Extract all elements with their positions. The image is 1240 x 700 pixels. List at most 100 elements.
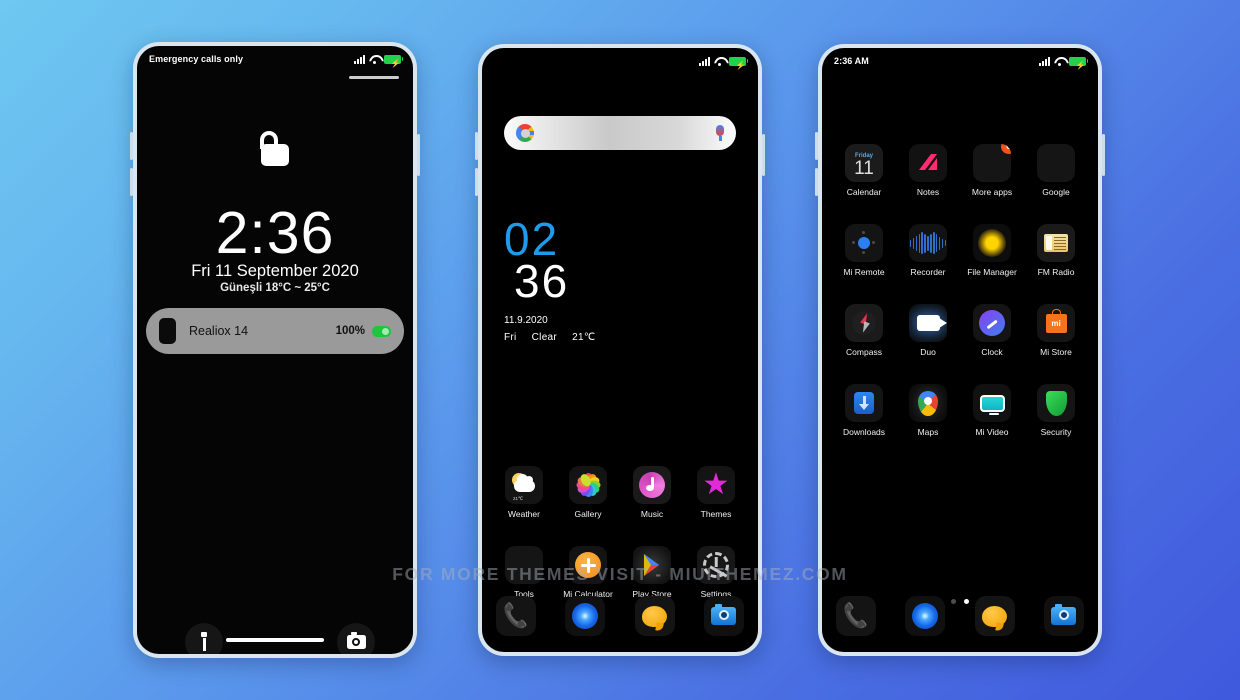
- power-button-2[interactable]: [762, 134, 765, 176]
- camera-app-icon: [1043, 596, 1084, 636]
- lockscreen-clock: 2:36: [215, 200, 335, 266]
- app-label: Duo: [920, 347, 936, 357]
- clock-weather-line: Fri Clear 21℃: [504, 332, 607, 343]
- app-label: Themes: [700, 509, 732, 519]
- dock-browser[interactable]: [905, 596, 946, 636]
- recorder-app-icon: [909, 224, 947, 262]
- app-google-folder[interactable]: Google: [1024, 144, 1088, 197]
- volume-up-button[interactable]: [130, 132, 133, 160]
- maps-app-icon: [909, 384, 947, 422]
- fm-radio-app-icon: [1037, 224, 1075, 262]
- home-dock: 📞: [496, 596, 744, 636]
- dock-phone[interactable]: 📞: [496, 596, 536, 636]
- clock-hour: 02: [504, 213, 560, 265]
- app-mi-video[interactable]: Mi Video: [960, 384, 1024, 437]
- dock-messages[interactable]: [974, 596, 1015, 636]
- battery-charging-icon: ⚡: [1069, 56, 1088, 70]
- notification-card[interactable]: Realiox 14 100%: [146, 308, 404, 354]
- phone-app-icon: 📞: [836, 596, 876, 636]
- camera-app-icon: [703, 596, 744, 636]
- camera-shortcut[interactable]: [337, 623, 375, 654]
- volume-up-button-3[interactable]: [815, 132, 818, 160]
- status-underline: [349, 76, 399, 79]
- notes-app-icon: [909, 144, 947, 182]
- app-mi-remote[interactable]: Mi Remote: [832, 224, 896, 277]
- wifi-icon: [369, 55, 380, 64]
- gallery-app-icon: [569, 466, 607, 504]
- unlocked-padlock-icon[interactable]: [260, 131, 289, 166]
- google-logo-icon: [516, 124, 534, 142]
- app-music[interactable]: Music: [620, 466, 684, 519]
- app-label: Compass: [846, 347, 882, 357]
- app-downloads[interactable]: Downloads: [832, 384, 896, 437]
- notification-badge: 6: [1001, 144, 1011, 154]
- google-folder-icon: [1037, 144, 1075, 182]
- app-security[interactable]: Security: [1024, 384, 1088, 437]
- google-search-bar[interactable]: [504, 116, 736, 150]
- app-label: Clock: [981, 347, 1003, 357]
- music-app-icon: [633, 466, 671, 504]
- home-indicator-bar[interactable]: [226, 638, 324, 642]
- app-clock[interactable]: Clock: [960, 304, 1024, 357]
- dock-camera[interactable]: [1043, 596, 1084, 636]
- dock-messages[interactable]: [634, 596, 675, 636]
- drawer-row-1: Friday 11 Calendar Notes 6 More apps Goo…: [832, 144, 1088, 197]
- clock-minute: 36: [514, 255, 570, 308]
- app-calendar[interactable]: Friday 11 Calendar: [832, 144, 896, 197]
- drawer-row-2: Mi Remote Recorder File Manager FM Radio: [832, 224, 1088, 277]
- volume-up-button-2[interactable]: [475, 132, 478, 160]
- power-button[interactable]: [417, 134, 420, 176]
- clock-widget[interactable]: 02 36 11.9.2020 Fri Clear 21℃: [504, 213, 607, 343]
- app-compass[interactable]: Compass: [832, 304, 896, 357]
- downloads-app-icon: [845, 384, 883, 422]
- mi-video-app-icon: [973, 384, 1011, 422]
- app-label: Downloads: [842, 427, 886, 437]
- power-button-3[interactable]: [1102, 134, 1105, 176]
- carrier-label: Emergency calls only: [149, 54, 244, 64]
- mi-remote-app-icon: [845, 224, 883, 262]
- clock-app-icon: [973, 304, 1011, 342]
- appdrawer-screen: 2:36 AM ⚡ Friday 11 Calendar Notes 6 Mor…: [822, 48, 1098, 652]
- app-label: Calendar: [846, 187, 882, 197]
- battery-charging-icon: ⚡: [384, 54, 403, 68]
- status-icons-2: ⚡: [699, 56, 748, 70]
- drawer-row-4: Downloads Maps Mi Video Security: [832, 384, 1088, 437]
- app-duo[interactable]: Duo: [896, 304, 960, 357]
- app-label: File Manager: [967, 267, 1017, 277]
- wifi-icon: [1054, 57, 1065, 66]
- volume-down-button[interactable]: [130, 168, 133, 196]
- duo-app-icon: [909, 304, 947, 342]
- notification-percent: 100%: [335, 325, 365, 337]
- app-weather[interactable]: 21℃ Weather: [492, 466, 556, 519]
- app-themes[interactable]: ★ Themes: [684, 466, 748, 519]
- app-label: Security: [1040, 427, 1072, 437]
- browser-app-icon: [565, 596, 606, 636]
- calendar-app-icon: Friday 11: [845, 144, 883, 182]
- app-notes[interactable]: Notes: [896, 144, 960, 197]
- app-fm-radio[interactable]: FM Radio: [1024, 224, 1088, 277]
- weather-icon-temp: 21℃: [513, 496, 524, 501]
- flashlight-shortcut[interactable]: [185, 623, 223, 654]
- home-app-row-1: 21℃ Weather Gallery Music ★ Themes: [492, 466, 748, 519]
- microphone-icon[interactable]: [716, 125, 724, 141]
- phone-device-icon: [159, 318, 176, 344]
- app-gallery[interactable]: Gallery: [556, 466, 620, 519]
- app-label: Gallery: [574, 509, 602, 519]
- wifi-icon: [714, 57, 725, 66]
- app-recorder[interactable]: Recorder: [896, 224, 960, 277]
- homescreen-screen: ⚡ 02 36 11.9.2020 Fri Clear 21℃ 21℃ Weat…: [482, 48, 758, 652]
- app-maps[interactable]: Maps: [896, 384, 960, 437]
- dock-camera[interactable]: [703, 596, 744, 636]
- mi-store-app-icon: mi: [1037, 304, 1075, 342]
- clock-weekday: Fri: [504, 331, 517, 343]
- battery-charging-icon: ⚡: [729, 56, 748, 70]
- volume-down-button-2[interactable]: [475, 168, 478, 196]
- volume-down-button-3[interactable]: [815, 168, 818, 196]
- clock-condition: Clear: [531, 331, 558, 343]
- app-file-manager[interactable]: File Manager: [960, 224, 1024, 277]
- app-mi-store[interactable]: mi Mi Store: [1024, 304, 1088, 357]
- app-label: More apps: [971, 187, 1013, 197]
- dock-browser[interactable]: [565, 596, 606, 636]
- app-more-apps[interactable]: 6 More apps: [960, 144, 1024, 197]
- dock-phone[interactable]: 📞: [836, 596, 876, 636]
